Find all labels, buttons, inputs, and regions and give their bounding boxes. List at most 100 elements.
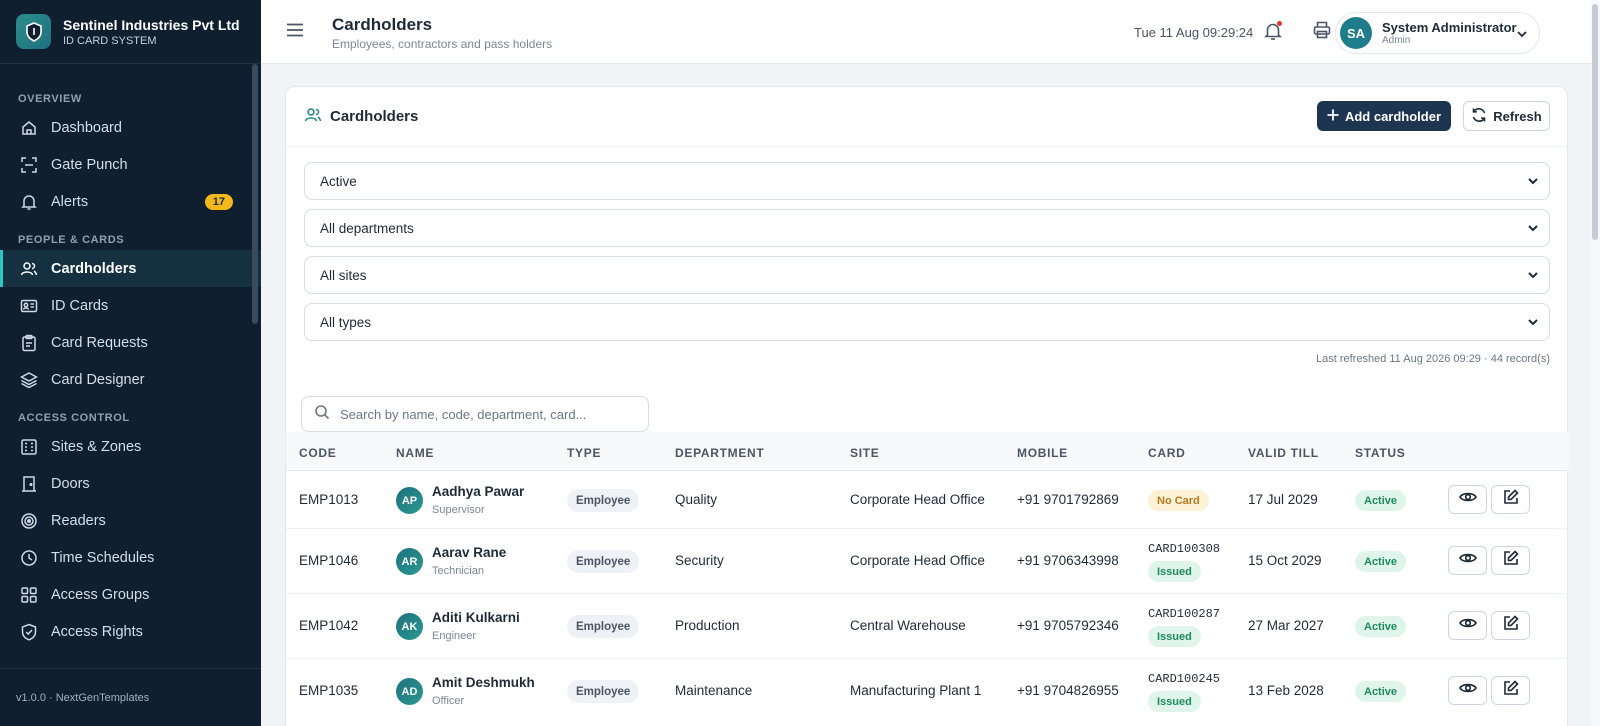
table-row[interactable]: EMP1035 AD Amit Deshmukh Officer Employe… (286, 659, 1569, 726)
eye-icon (1458, 616, 1477, 635)
search-input[interactable] (340, 406, 640, 422)
status-badge: Active (1355, 490, 1407, 511)
edit-button[interactable] (1491, 611, 1530, 640)
search-box (301, 396, 649, 432)
view-button[interactable] (1448, 485, 1487, 514)
user-name: System Administrator (1382, 20, 1517, 35)
id-card-icon (20, 297, 38, 315)
type-badge: Employee (567, 489, 640, 512)
sidebar-item-dashboard[interactable]: Dashboard (0, 109, 261, 146)
sidebar-item-id-cards[interactable]: ID Cards (0, 287, 261, 324)
cell-site: Manufacturing Plant 1 (850, 683, 982, 698)
card-status-badge: Issued (1148, 626, 1201, 647)
home-icon (20, 119, 38, 137)
sidebar-item-access-rights[interactable]: Access Rights (0, 613, 261, 650)
page-title: Cardholders (332, 15, 433, 34)
avatar: AK (396, 613, 423, 640)
card-status-badge: No Card (1148, 490, 1209, 511)
chevron-down-icon (1527, 316, 1539, 331)
bell-icon (20, 193, 38, 211)
refresh-button[interactable]: Refresh (1463, 101, 1550, 131)
panel-header: Cardholders Add cardholder Refresh (286, 87, 1567, 147)
cell-role: Engineer (432, 630, 477, 642)
sidebar-item-alerts[interactable]: Alerts 17 (0, 183, 261, 220)
edit-button[interactable] (1491, 546, 1530, 575)
status-filter-select[interactable]: Active (304, 162, 1550, 200)
sidebar-item-time-schedules[interactable]: Time Schedules (0, 539, 261, 576)
avatar: AR (396, 548, 423, 575)
edit-icon (1503, 489, 1519, 510)
sidebar-footer: v1.0.0 · NextGenTemplates (0, 668, 261, 726)
clipboard-icon (20, 334, 38, 352)
alerts-count-badge: 17 (204, 193, 233, 210)
sidebar-item-label: Time Schedules (51, 549, 155, 566)
column-header-status[interactable]: STATUS (1355, 446, 1405, 460)
cell-valid-till: 17 Jul 2029 (1248, 492, 1318, 507)
sidebar-item-label: ID Cards (51, 297, 109, 314)
topbar: Cardholders Employees, contractors and p… (261, 0, 1600, 64)
cell-site: Corporate Head Office (850, 492, 985, 507)
sidebar-scrollbar[interactable] (252, 64, 258, 324)
column-header-name[interactable]: NAME (396, 446, 434, 460)
column-header-card[interactable]: CARD (1148, 446, 1185, 460)
column-header-department[interactable]: DEPARTMENT (675, 446, 764, 460)
sidebar-item-cardholders[interactable]: Cardholders (0, 250, 261, 287)
site-filter-value: All sites (320, 267, 367, 283)
avatar: AD (396, 678, 423, 705)
cell-name[interactable]: Aditi Kulkarni (432, 610, 520, 625)
table-row[interactable]: EMP1046 AR Aarav Rane Technician Employe… (286, 529, 1569, 594)
table-row[interactable]: EMP1042 AK Aditi Kulkarni Engineer Emplo… (286, 594, 1569, 659)
sidebar-item-label: Card Designer (51, 371, 145, 388)
cell-name[interactable]: Amit Deshmukh (432, 675, 535, 690)
cell-name[interactable]: Aarav Rane (432, 545, 506, 560)
cell-valid-till: 13 Feb 2028 (1248, 683, 1324, 698)
column-header-type[interactable]: TYPE (567, 446, 601, 460)
table-row[interactable]: EMP1013 AP Aadhya Pawar Supervisor Emplo… (286, 471, 1569, 529)
search-icon (314, 404, 330, 425)
menu-toggle-icon[interactable] (287, 23, 303, 42)
scan-icon (20, 156, 38, 174)
sidebar-item-label: Sites & Zones (51, 438, 142, 455)
column-header-valid-till[interactable]: VALID TILL (1248, 446, 1319, 460)
user-menu[interactable]: SA System Administrator Admin (1335, 12, 1540, 54)
cell-role: Technician (432, 565, 484, 577)
printer-icon[interactable] (1313, 21, 1331, 44)
panel-title: Cardholders (330, 108, 419, 125)
edit-button[interactable] (1491, 676, 1530, 705)
current-datetime: Tue 11 Aug 09:29:24 (1134, 25, 1254, 40)
sidebar-item-doors[interactable]: Doors (0, 465, 261, 502)
cardholders-panel: Cardholders Add cardholder Refresh Activ… (285, 86, 1569, 726)
view-button[interactable] (1448, 611, 1487, 640)
cell-code: EMP1013 (299, 492, 359, 507)
sidebar-item-sites-zones[interactable]: Sites & Zones (0, 428, 261, 465)
sidebar-item-card-designer[interactable]: Card Designer (0, 361, 261, 398)
sidebar-item-readers[interactable]: Readers (0, 502, 261, 539)
nav-section-access-control: ACCESS CONTROL (18, 412, 130, 424)
edit-button[interactable] (1491, 485, 1530, 514)
main-scrollbar[interactable] (1592, 4, 1598, 240)
cell-card-number: CARD100245 (1148, 672, 1221, 686)
type-badge: Employee (567, 615, 640, 638)
type-filter-select[interactable]: All types (304, 303, 1550, 341)
column-header-code[interactable]: CODE (299, 446, 336, 460)
cell-department: Maintenance (675, 683, 753, 698)
cell-mobile: +91 9705792346 (1017, 618, 1119, 633)
avatar: AP (396, 487, 423, 514)
column-header-mobile[interactable]: MOBILE (1017, 446, 1068, 460)
sidebar-item-access-groups[interactable]: Access Groups (0, 576, 261, 613)
sidebar-item-label: Readers (51, 512, 106, 529)
sidebar-item-card-requests[interactable]: Card Requests (0, 324, 261, 361)
page-subtitle: Employees, contractors and pass holders (332, 37, 553, 51)
view-button[interactable] (1448, 546, 1487, 575)
column-header-site[interactable]: SITE (850, 446, 879, 460)
sidebar-item-gate-punch[interactable]: Gate Punch (0, 146, 261, 183)
refresh-label: Refresh (1493, 108, 1542, 124)
cell-department: Quality (675, 492, 718, 507)
cell-code: EMP1046 (299, 553, 359, 568)
department-filter-select[interactable]: All departments (304, 209, 1550, 247)
cell-name[interactable]: Aadhya Pawar (432, 484, 524, 499)
site-filter-select[interactable]: All sites (304, 256, 1550, 294)
add-cardholder-button[interactable]: Add cardholder (1317, 101, 1451, 131)
building-icon (20, 438, 38, 456)
view-button[interactable] (1448, 676, 1487, 705)
